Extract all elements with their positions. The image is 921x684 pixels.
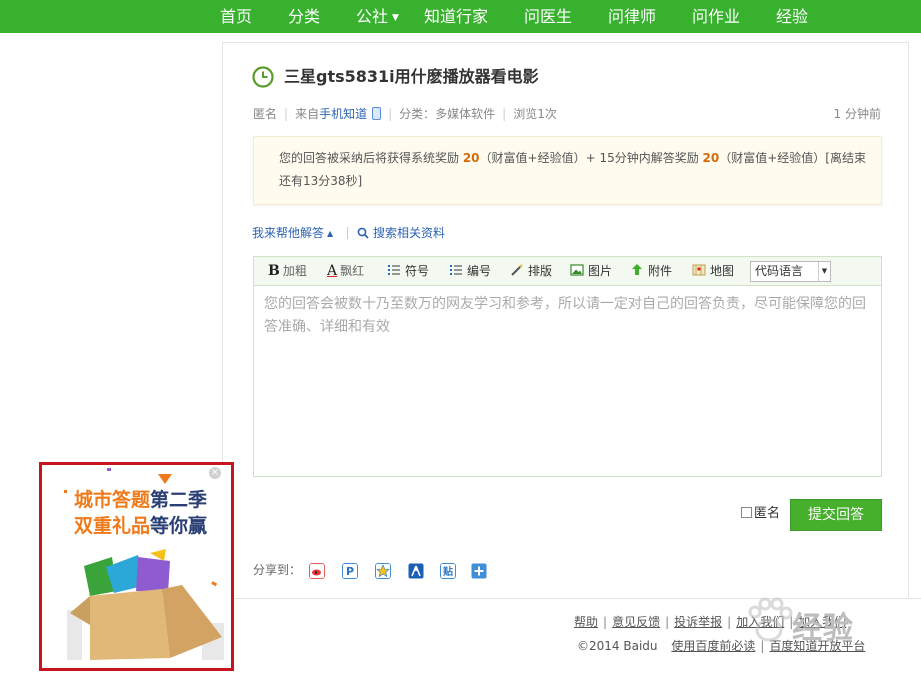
nav-item-homework[interactable]: 问作业 — [692, 0, 740, 33]
footer-link-report[interactable]: 投诉举报 — [674, 615, 722, 629]
ad-headline-1b: 第二季 — [150, 489, 208, 511]
ad-headline-1a: 城市答题 — [74, 489, 151, 511]
image-label: 图片 — [588, 264, 613, 278]
layout-label: 排版 — [528, 264, 553, 278]
author-name: 匿名 — [253, 107, 278, 121]
meta-divider: | — [284, 107, 289, 121]
phone-icon — [372, 107, 382, 120]
nav-item-category[interactable]: 分类 — [288, 0, 320, 33]
red-text-button[interactable]: A 飘红 — [327, 257, 364, 286]
code-language-select[interactable]: 代码语言 ▼ — [750, 261, 831, 282]
post-time: 1 分钟前 — [833, 107, 881, 121]
qq-space-icon[interactable] — [375, 563, 391, 579]
more-share-icon[interactable] — [471, 563, 487, 579]
source-link[interactable]: 手机知道 — [319, 107, 367, 121]
nav-item-experience[interactable]: 经验 — [776, 0, 808, 33]
reward-notice: 您的回答被采纳后将获得系统奖励 20（财富值+经验值）+ 15分钟内解答奖励 2… — [253, 136, 882, 205]
numbering-label: 编号 — [467, 264, 492, 278]
anonymous-label: 匿名 — [754, 506, 781, 521]
anonymous-option[interactable]: 匿名 — [741, 506, 780, 522]
search-references-link[interactable]: 搜索相关资料 — [357, 224, 445, 242]
question-title: 三星gts5831i用什麽播放器看电影 — [284, 67, 539, 86]
nav-item-doctor[interactable]: 问医生 — [524, 0, 572, 33]
svg-text:贴: 贴 — [442, 565, 453, 578]
source-prefix: 来自 — [295, 107, 320, 121]
answer-toggle-label: 我来帮他解答 — [252, 226, 325, 240]
magic-wand-icon — [511, 264, 523, 276]
text-color-icon: A — [327, 263, 338, 279]
ad-headline-2b: 等你赢 — [150, 515, 208, 537]
footer-spacer — [663, 639, 667, 653]
attachment-label: 附件 — [648, 264, 673, 278]
svg-text:P: P — [346, 565, 354, 578]
top-nav: 首页 分类 公社 ▼ 知道行家 问医生 问律师 问作业 经验 — [0, 0, 921, 33]
footer-divider: | — [665, 615, 670, 629]
nav-item-lawyer[interactable]: 问律师 — [608, 0, 656, 33]
promo-ad[interactable]: × 城市答题第二季 双重礼品等你赢 — [39, 462, 234, 671]
anonymous-checkbox[interactable] — [741, 507, 752, 518]
meta-divider: | — [388, 107, 393, 121]
symbol-button[interactable]: 符号 — [387, 257, 429, 286]
clock-icon — [252, 66, 274, 88]
editor-toolbar: B 加粗 A 飘红 符号 编号 排版 图片 附件 地图 代码语言 ▼ — [254, 257, 881, 286]
numbering-button[interactable]: 编号 — [449, 257, 491, 286]
answer-editor: B 加粗 A 飘红 符号 编号 排版 图片 附件 地图 代码语言 ▼ 您的回答会被数十… — [253, 256, 882, 477]
attachment-button[interactable]: 附件 — [630, 257, 672, 286]
chevron-down-icon: ▼ — [392, 13, 399, 23]
answer-toggle[interactable]: 我来帮他解答 ▲ — [252, 224, 333, 244]
ad-headline-1: 城市答题第二季 — [74, 489, 207, 511]
footer-link-help[interactable]: 帮助 — [574, 615, 598, 629]
bold-label: 加粗 — [282, 264, 307, 278]
map-icon — [692, 264, 706, 276]
numbered-list-icon — [450, 265, 462, 275]
divider — [347, 227, 348, 239]
submit-answer-button[interactable]: 提交回答 — [790, 499, 882, 531]
symbol-label: 符号 — [405, 264, 430, 278]
answer-textarea[interactable]: 您的回答会被数十乃至数万的网友学习和参考，所以请一定对自己的回答负责，尽可能保障… — [254, 287, 881, 476]
caret-up-icon: ▲ — [327, 229, 334, 238]
bold-icon: B — [268, 263, 280, 279]
share-label: 分享到： — [253, 563, 302, 577]
nav-item-community-label: 公社 — [356, 7, 389, 26]
reward-number: 20 — [702, 151, 720, 165]
reward-text: （财富值+经验值）+ 15分钟内解答奖励 — [479, 151, 703, 165]
answer-placeholder: 您的回答会被数十乃至数万的网友学习和参考，所以请一定对自己的回答负责，尽可能保障… — [264, 296, 866, 335]
image-icon — [570, 264, 584, 276]
code-language-value: 代码语言 — [755, 264, 804, 278]
footer-divider: | — [603, 615, 608, 629]
category-link[interactable]: 分类：多媒体软件 — [399, 107, 495, 121]
image-button[interactable]: 图片 — [570, 257, 612, 286]
meta-divider: | — [502, 107, 507, 121]
question-meta: 匿名 | 来自手机知道 | 分类：多媒体软件 | 浏览1次 — [253, 105, 557, 123]
nav-item-home[interactable]: 首页 — [220, 0, 252, 33]
view-count: 浏览1次 — [513, 107, 557, 121]
dropdown-arrow-icon: ▼ — [818, 262, 830, 281]
copyright-text: ©2014 Baidu — [577, 639, 658, 653]
layout-button[interactable]: 排版 — [510, 257, 552, 286]
renren-icon[interactable] — [408, 563, 424, 579]
ad-headline-2: 双重礼品等你赢 — [74, 515, 207, 537]
map-button[interactable]: 地图 — [692, 257, 734, 286]
map-label: 地图 — [710, 264, 735, 278]
search-icon — [357, 227, 369, 239]
search-references-label: 搜索相关资料 — [373, 226, 446, 240]
weibo-icon[interactable] — [309, 563, 325, 579]
list-icon — [388, 265, 400, 275]
ad-headline-2a: 双重礼品 — [74, 515, 151, 537]
nav-item-community[interactable]: 公社 ▼ — [356, 0, 399, 33]
reward-number: 20 — [462, 151, 480, 165]
tieba-icon[interactable]: 贴 — [440, 563, 456, 579]
upload-icon — [632, 264, 642, 275]
bold-button[interactable]: B 加粗 — [268, 257, 307, 286]
reward-text: 您的回答被采纳后将获得系统奖励 — [279, 151, 463, 165]
watermark-text: 经验 — [792, 611, 854, 646]
red-text-label: 飘红 — [340, 264, 365, 278]
nav-item-experts[interactable]: 知道行家 — [424, 0, 488, 33]
qzone-icon[interactable]: P — [342, 563, 358, 579]
footer-link-feedback[interactable]: 意见反馈 — [612, 615, 660, 629]
